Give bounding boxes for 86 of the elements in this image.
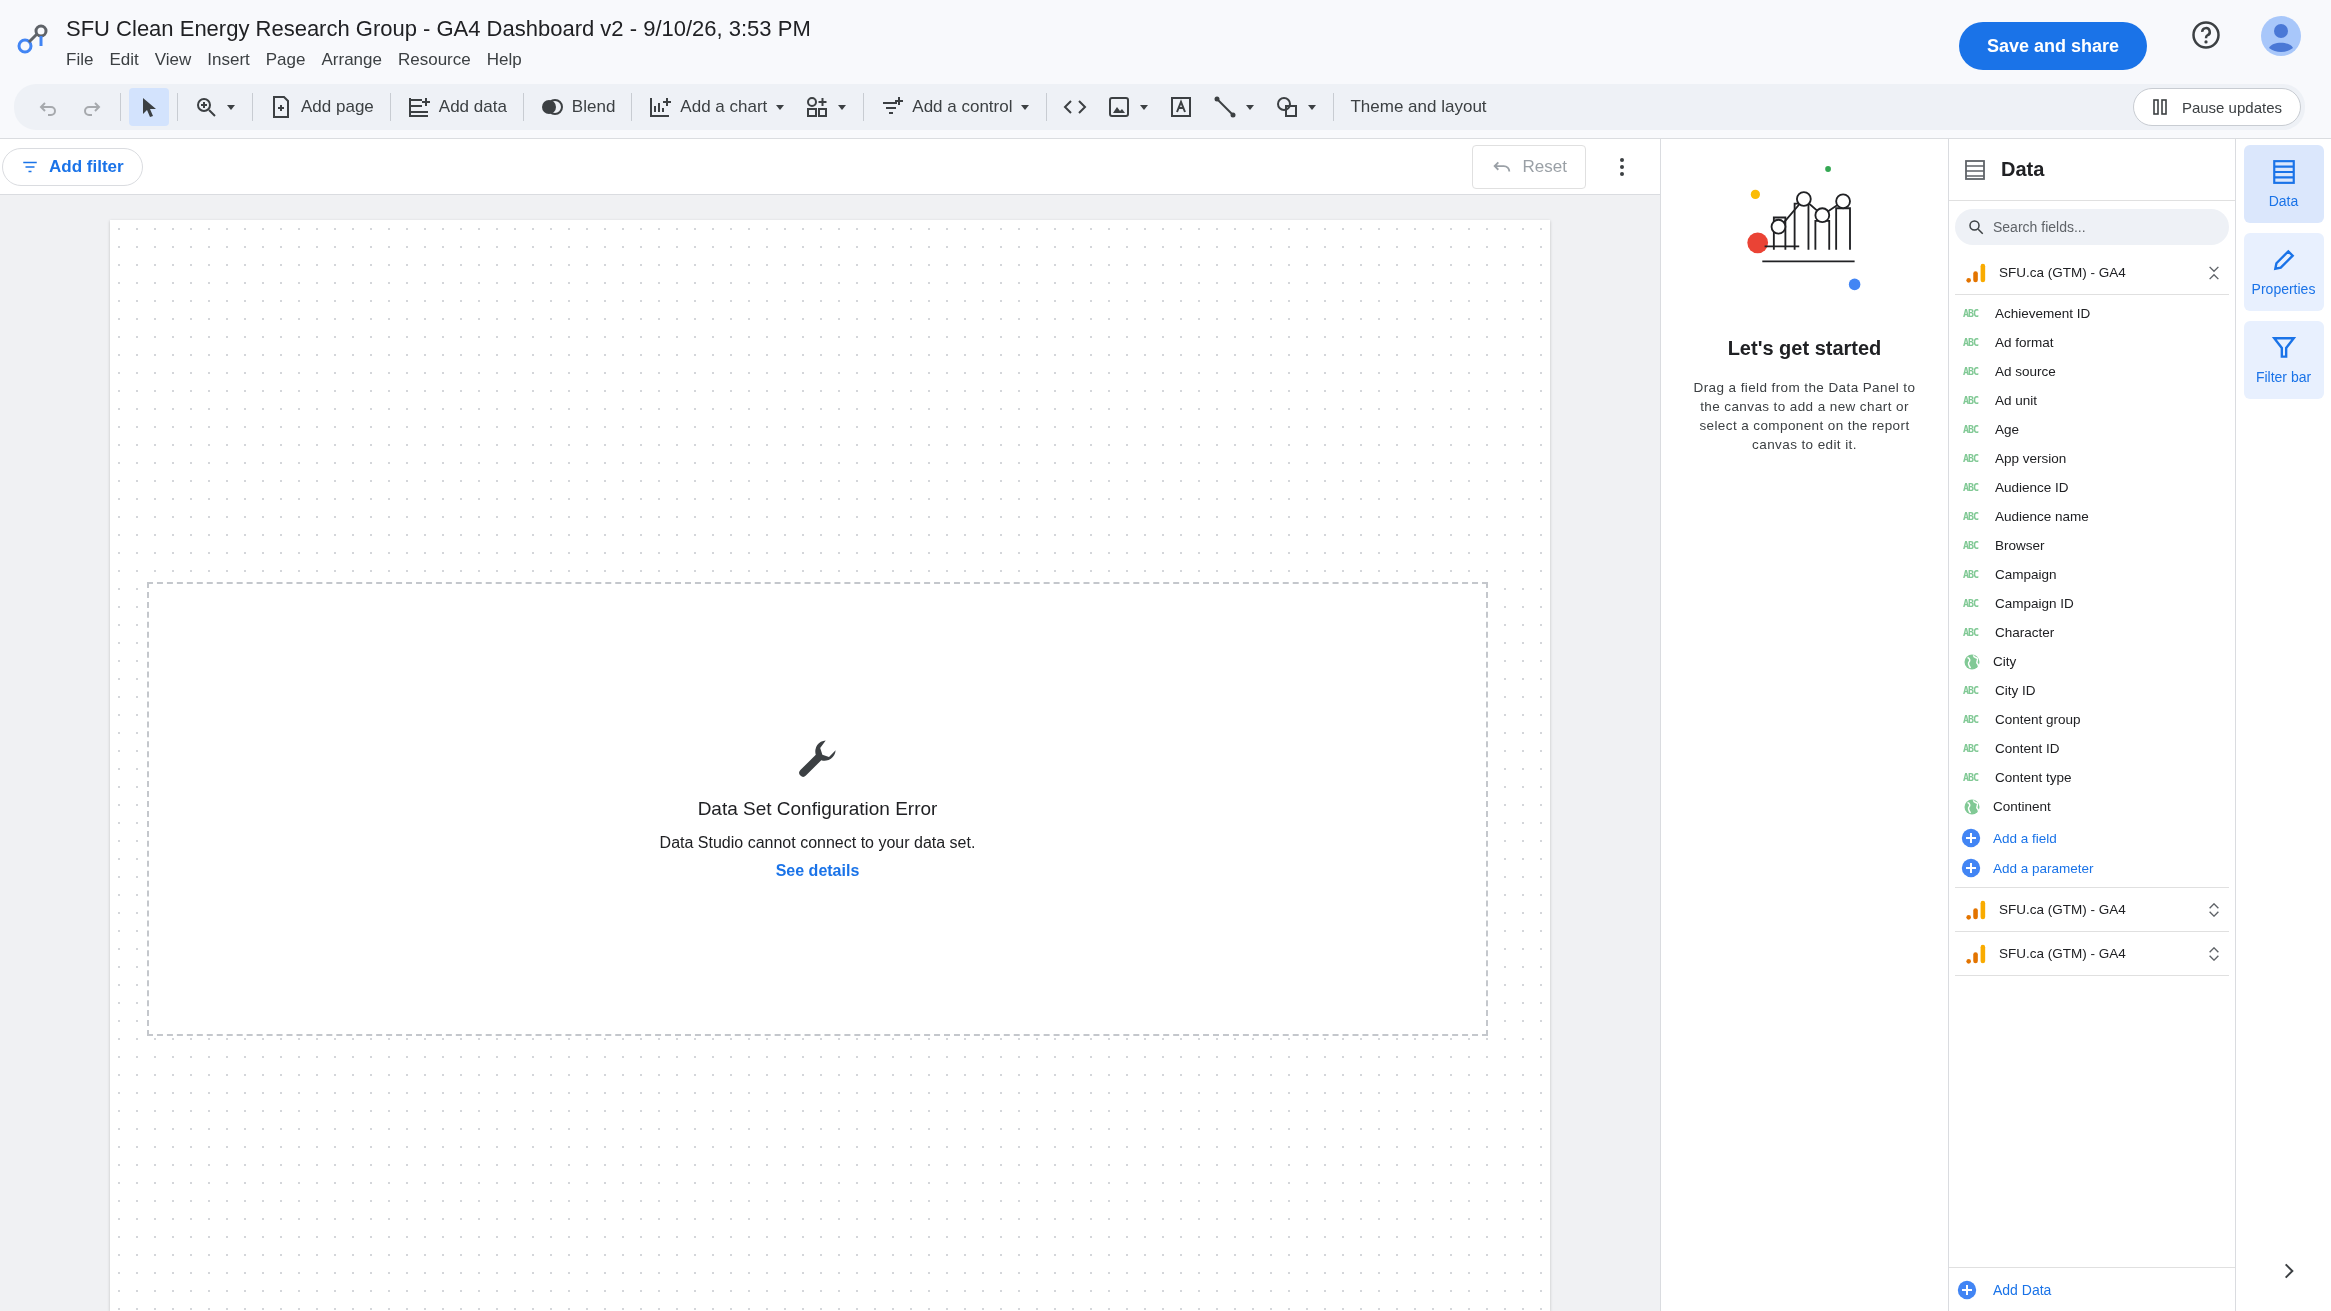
report-title[interactable]: SFU Clean Energy Research Group - GA4 Dashboard v2 - 9/10/26, 3:53 PM — [66, 16, 1959, 42]
line-icon — [1213, 95, 1238, 119]
plus-icon — [1961, 858, 1981, 878]
field-item[interactable]: ABC Campaign ID — [1949, 589, 2235, 618]
toolbar-button[interactable]: Blend — [531, 88, 624, 126]
components-icon — [805, 95, 830, 119]
text-box-icon — [1169, 95, 1194, 119]
menu-item[interactable]: Resource — [397, 50, 471, 70]
collapse-icon — [2207, 265, 2221, 280]
caret-icon — [775, 102, 786, 112]
field-item[interactable]: ABC Content type — [1949, 763, 2235, 792]
field-item[interactable]: ABC Campaign — [1949, 560, 2235, 589]
side-tab[interactable]: Properties — [2243, 233, 2324, 311]
data-source-header[interactable]: SFU.ca (GTM) - GA4 — [1955, 888, 2229, 932]
bar-chart-icon — [1965, 942, 1987, 965]
error-title: Data Set Configuration Error — [697, 798, 938, 820]
menu-item[interactable]: File — [66, 50, 94, 70]
pause-updates-button[interactable]: Pause updates — [2132, 88, 2301, 126]
logo-icon — [16, 22, 50, 56]
theme-and-layout-button[interactable]: Theme and layout — [1342, 88, 1495, 126]
save-and-share-button[interactable]: Save and share — [1958, 22, 2147, 70]
help-icon[interactable] — [2191, 20, 2221, 50]
field-item[interactable]: ABC Ad format — [1949, 328, 2235, 357]
bar-chart-icon — [1965, 261, 1987, 284]
toolbar-button[interactable]: Add a chart — [640, 88, 794, 126]
field-item[interactable]: ABC Audience ID — [1949, 473, 2235, 502]
field-item[interactable]: ABC Audience name — [1949, 502, 2235, 531]
bar-chart-icon — [1965, 898, 1987, 921]
field-item[interactable]: ABC Age — [1949, 415, 2235, 444]
add-link[interactable]: Add a parameter — [1955, 853, 2100, 883]
globe-icon — [1963, 652, 1981, 671]
field-item[interactable]: City — [1949, 647, 2235, 676]
caret-icon — [1139, 102, 1150, 112]
caret-icon — [837, 102, 848, 112]
menu-item[interactable]: View — [154, 50, 192, 70]
shape-icon — [1275, 95, 1300, 119]
field-item[interactable]: ABC Ad unit — [1949, 386, 2235, 415]
zoom-icon — [194, 95, 218, 119]
avatar-icon[interactable] — [2261, 16, 2301, 56]
see-details-link[interactable]: See details — [775, 862, 860, 880]
search-field[interactable]: Search fields... — [1955, 209, 2229, 245]
table-icon — [1963, 157, 1987, 182]
caret-icon — [226, 102, 236, 112]
menu-item[interactable]: Insert — [207, 50, 250, 70]
add-filter-button[interactable]: Add filter — [2, 147, 143, 186]
panel-title: Data — [2001, 158, 2045, 181]
plus-icon — [1961, 828, 1981, 848]
caret-icon — [1020, 102, 1031, 112]
menu-item[interactable]: Help — [486, 50, 522, 70]
plus-icon — [1957, 1279, 1977, 1300]
data-source-header[interactable]: SFU.ca (GTM) - GA4 — [1955, 932, 2229, 976]
field-item[interactable]: ABC Ad source — [1949, 357, 2235, 386]
field-item[interactable]: ABC Browser — [1949, 531, 2235, 560]
table-icon — [2270, 159, 2297, 185]
toolbar-button[interactable]: Add data — [398, 88, 515, 126]
add-data-icon — [406, 95, 431, 119]
expand-icon — [2207, 946, 2221, 961]
caret-icon — [1245, 102, 1256, 112]
field-item[interactable]: ABC Content group — [1949, 705, 2235, 734]
image-icon — [1107, 95, 1132, 119]
field-item[interactable]: ABC Character — [1949, 618, 2235, 647]
add-link[interactable]: Add a field — [1955, 823, 2063, 853]
field-item[interactable]: ABC Achievement ID — [1949, 299, 2235, 328]
field-item[interactable]: ABC Content ID — [1949, 734, 2235, 763]
field-item[interactable]: Continent — [1949, 792, 2235, 821]
field-item[interactable]: ABC App version — [1949, 444, 2235, 473]
menu-item[interactable]: Page — [265, 50, 306, 70]
error-message: Data Studio cannot connect to your data set. — [659, 834, 976, 852]
menu-item[interactable]: Arrange — [321, 50, 382, 70]
expand-icon — [2207, 902, 2221, 917]
welcome-title: Let's get started — [1727, 337, 1882, 360]
pause-icon — [2151, 99, 2168, 115]
globe-icon — [1963, 797, 1981, 816]
search-icon — [1967, 218, 1985, 236]
toolbar-button[interactable]: Add a control — [872, 88, 1039, 126]
menu-item[interactable]: Edit — [109, 50, 139, 70]
caret-icon — [1307, 102, 1318, 112]
side-tab[interactable]: Data — [2243, 145, 2324, 223]
data-source-header[interactable]: SFU.ca (GTM) - GA4 — [1955, 251, 2229, 295]
pointer-tool[interactable] — [129, 88, 169, 126]
add-chart-icon — [648, 95, 673, 119]
side-tab[interactable]: Filter bar — [2243, 321, 2324, 399]
toolbar-button[interactable]: Add page — [261, 88, 382, 126]
filter-icon — [2270, 335, 2297, 361]
field-item[interactable]: ABC City ID — [1949, 676, 2235, 705]
welcome-text: Drag a field from the Data Panel to the canvas to add a new chart or select a component on the report canvas to edit it. — [1692, 379, 1917, 454]
